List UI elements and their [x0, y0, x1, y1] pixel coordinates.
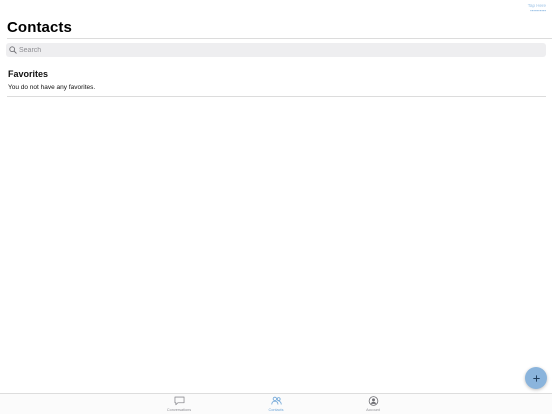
tab-contacts-label: Contacts: [268, 408, 284, 412]
page-title: Contacts: [7, 19, 72, 36]
tab-bar: Conversations Contacts Account: [0, 393, 552, 414]
search-icon: [9, 46, 17, 54]
title-divider: [7, 38, 552, 39]
tab-conversations[interactable]: Conversations: [149, 396, 209, 412]
tab-conversations-label: Conversations: [166, 408, 192, 412]
chat-bubble-icon: [174, 396, 184, 406]
people-icon: [270, 396, 282, 405]
person-circle-icon: [368, 396, 378, 406]
tab-account[interactable]: Account: [343, 396, 403, 412]
search-bar[interactable]: [6, 43, 546, 57]
tab-account-label: Account: [366, 408, 380, 412]
favorites-divider: [7, 96, 546, 97]
tab-contacts[interactable]: Contacts: [246, 396, 306, 412]
status-tag[interactable]: Tap Here ▪▪▪▪▪▪▪▪▪▪: [528, 3, 546, 13]
search-input[interactable]: [19, 44, 519, 56]
plus-icon: [532, 374, 540, 382]
favorites-empty-message: You do not have any favorites.: [8, 84, 96, 91]
status-tag-line2: ▪▪▪▪▪▪▪▪▪▪: [530, 8, 546, 13]
contacts-screen: Tap Here ▪▪▪▪▪▪▪▪▪▪ Contacts Favorites Y…: [0, 0, 552, 414]
favorites-heading: Favorites: [8, 69, 49, 79]
add-contact-button[interactable]: [525, 367, 547, 389]
